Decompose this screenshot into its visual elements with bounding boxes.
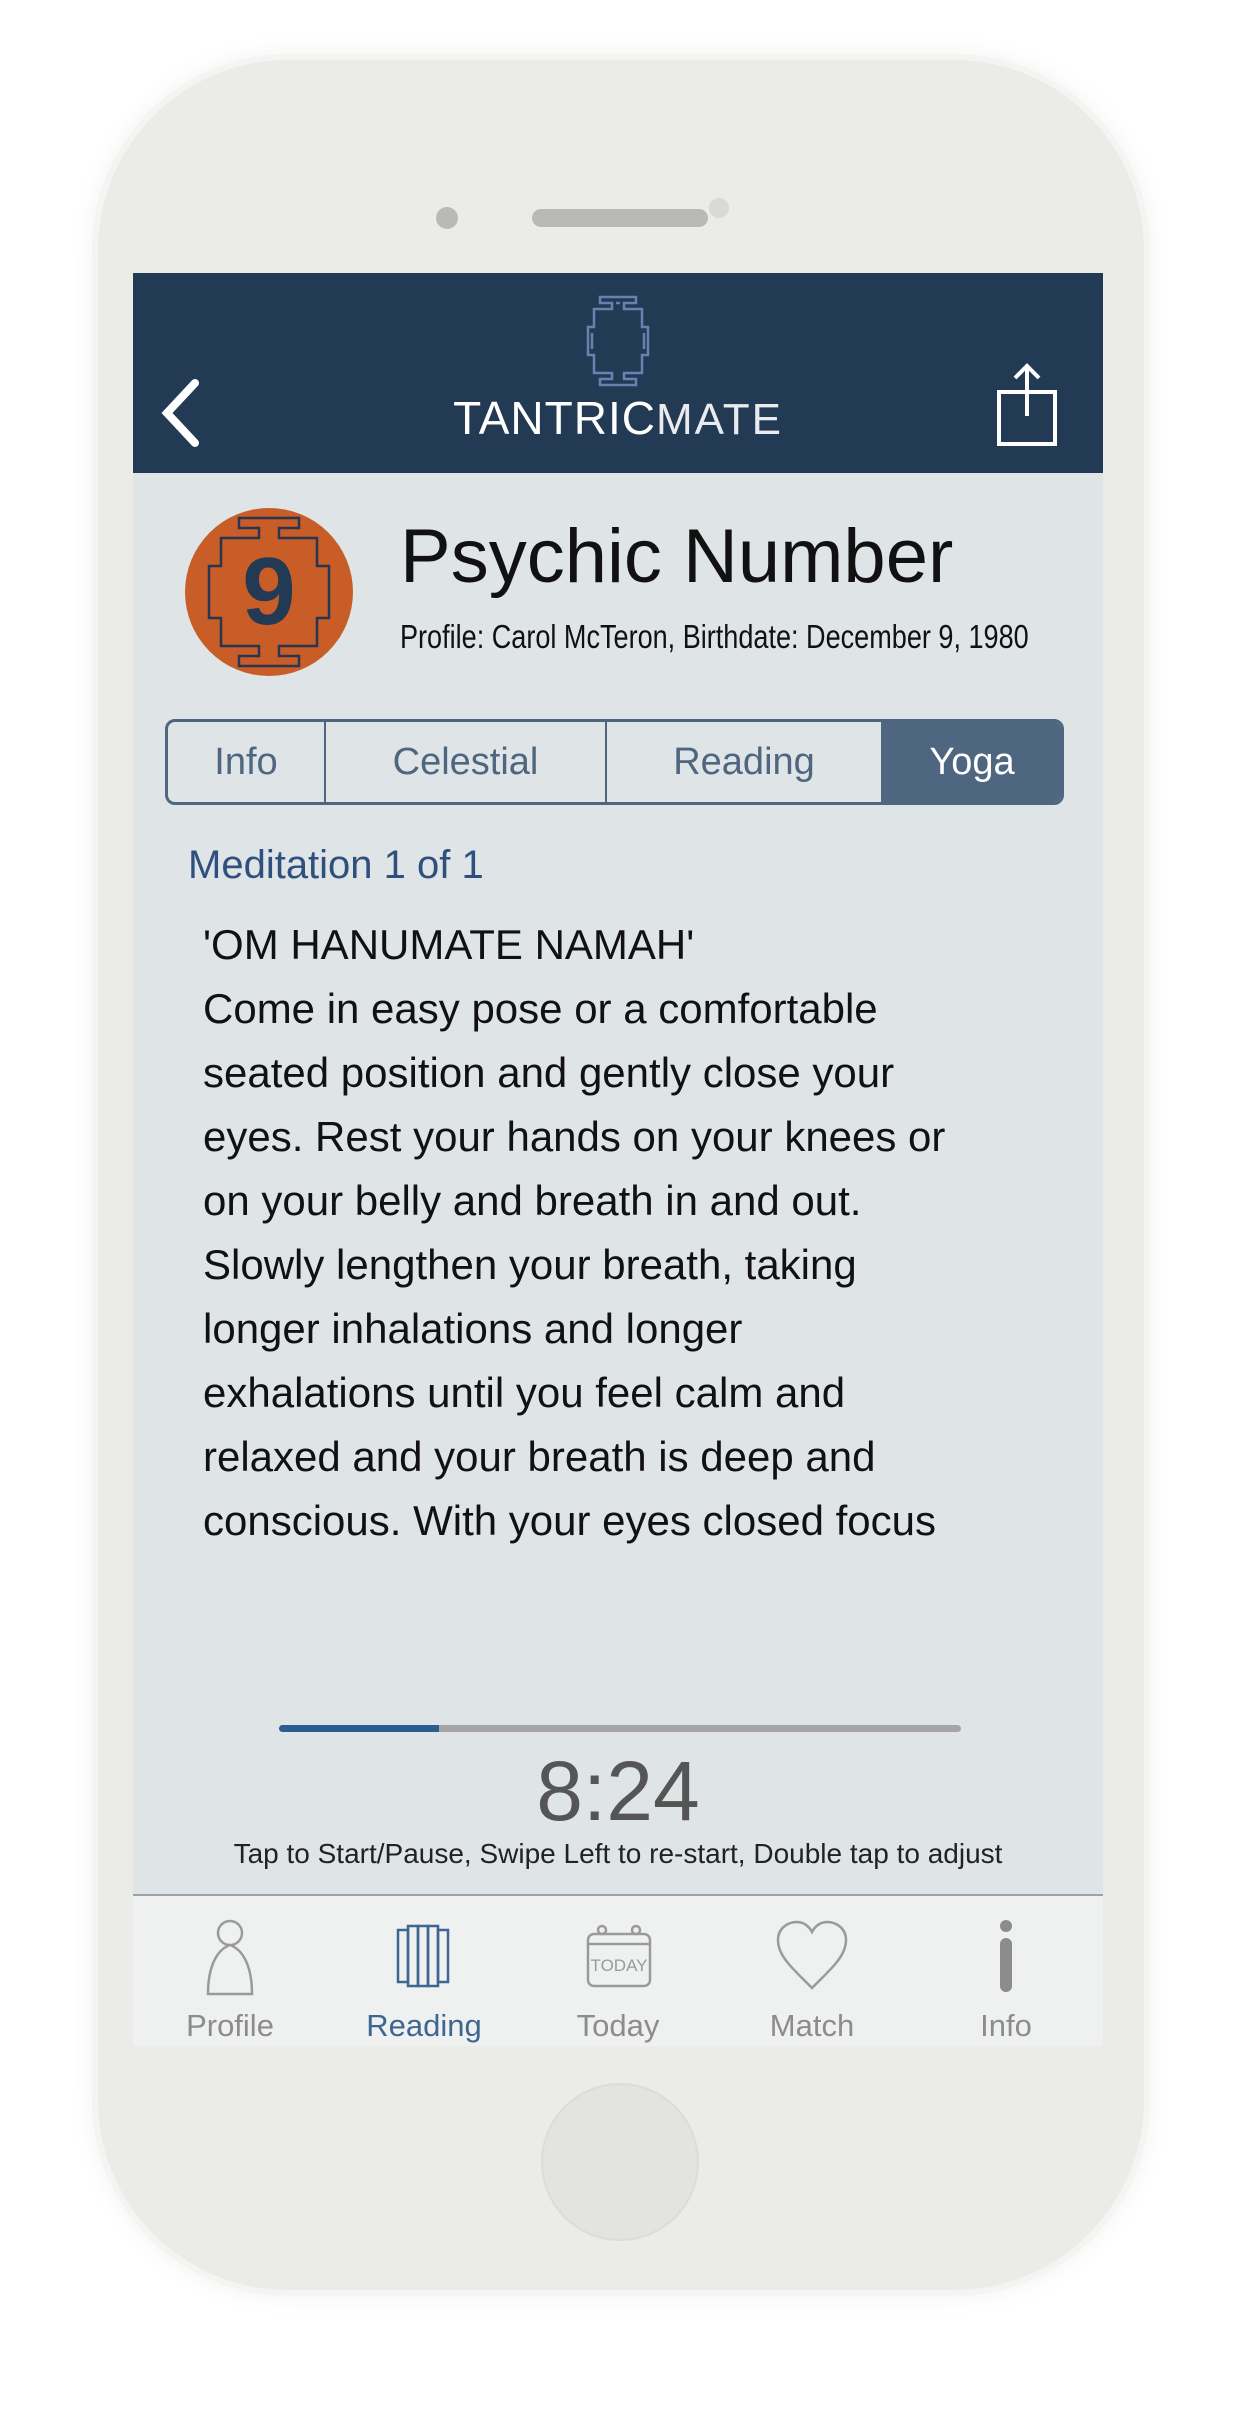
book-icon bbox=[396, 1924, 450, 1988]
timer-display[interactable]: 8:24 bbox=[133, 1743, 1103, 1840]
meditation-line: conscious. With your eyes closed focus bbox=[203, 1497, 936, 1544]
psychic-number-badge: 9 bbox=[185, 508, 353, 676]
tabbar-label: Match bbox=[769, 2008, 855, 2043]
logo-bold-text: TANTRIC bbox=[453, 392, 656, 444]
nav-header: TANTRICMATE bbox=[133, 273, 1103, 473]
share-icon[interactable] bbox=[993, 358, 1063, 448]
tabbar-item-reading[interactable]: Reading bbox=[327, 1896, 521, 2046]
progress-fill bbox=[279, 1725, 440, 1732]
tabbar-item-info[interactable]: Info bbox=[909, 1896, 1103, 2046]
timer-hint: Tap to Start/Pause, Swipe Left to re-sta… bbox=[233, 1838, 1003, 1869]
meditation-text[interactable]: 'OM HANUMATE NAMAH' Come in easy pose or … bbox=[203, 913, 1063, 1553]
meditation-line: Come in easy pose or a comfortable bbox=[203, 985, 878, 1032]
profile-subtitle: Profile: Carol McTeron, Birthdate: Decem… bbox=[400, 618, 1029, 655]
meditation-line: relaxed and your breath is deep and bbox=[203, 1433, 876, 1480]
heart-icon bbox=[776, 1920, 848, 1990]
tab-celestial[interactable]: Celestial bbox=[326, 722, 607, 802]
tab-yoga[interactable]: Yoga bbox=[883, 722, 1061, 802]
app-logo: TANTRICMATE bbox=[133, 391, 1103, 445]
timer-progress-bar[interactable] bbox=[279, 1725, 961, 1732]
tabbar-label: Info bbox=[980, 2008, 1032, 2043]
tabbar-item-match[interactable]: Match bbox=[715, 1896, 909, 2046]
meditation-line: longer inhalations and longer bbox=[203, 1305, 743, 1352]
earpiece-speaker bbox=[532, 209, 708, 227]
tab-reading[interactable]: Reading bbox=[607, 722, 883, 802]
meditation-line: eyes. Rest your hands on your knees or bbox=[203, 1113, 946, 1160]
tab-info[interactable]: Info bbox=[168, 722, 326, 802]
badge-number: 9 bbox=[242, 538, 295, 645]
front-sensor bbox=[436, 207, 458, 229]
segmented-tabs: Info Celestial Reading Yoga bbox=[165, 719, 1064, 805]
logo-yantra-icon bbox=[586, 295, 650, 387]
meditation-line: exhalations until you feel calm and bbox=[203, 1369, 846, 1416]
calendar-icon: TODAY bbox=[586, 1924, 652, 1988]
tabbar-label: Profile bbox=[186, 2008, 274, 2043]
meditation-line: Slowly lengthen your breath, taking bbox=[203, 1241, 857, 1288]
bottom-tab-bar: Profile Reading TODAY Today Match Info bbox=[133, 1894, 1103, 2046]
app-screen: TANTRICMATE 9 Psychic Number Profile: Ca… bbox=[133, 273, 1103, 2046]
meditation-counter: Meditation 1 of 1 bbox=[188, 843, 484, 887]
camera bbox=[709, 198, 729, 218]
tabbar-item-profile[interactable]: Profile bbox=[133, 1896, 327, 2046]
tabbar-item-today[interactable]: TODAY Today bbox=[521, 1896, 715, 2046]
meditation-line: seated position and gently close your bbox=[203, 1049, 895, 1096]
tabbar-label: Reading bbox=[366, 2008, 482, 2043]
calendar-icon-text: TODAY bbox=[591, 1956, 648, 1975]
logo-light-text: MATE bbox=[655, 395, 783, 444]
info-icon bbox=[1000, 1920, 1012, 1992]
person-icon bbox=[206, 1919, 254, 1996]
page-title: Psychic Number bbox=[400, 514, 954, 599]
tabbar-label: Today bbox=[576, 2008, 660, 2043]
meditation-line: 'OM HANUMATE NAMAH' bbox=[203, 921, 695, 968]
meditation-line: on your belly and breath in and out. bbox=[203, 1177, 862, 1224]
home-button[interactable] bbox=[541, 2083, 699, 2241]
